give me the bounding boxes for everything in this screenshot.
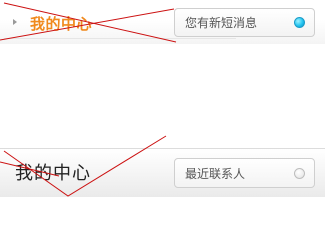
header-title: 我的中心 bbox=[30, 15, 93, 33]
play-arrow-icon bbox=[13, 19, 17, 25]
recent-contacts-button[interactable]: 最近联系人 bbox=[174, 158, 315, 188]
header-primary: 我的中心 您有新短消息 bbox=[0, 0, 325, 44]
header-secondary: 我的中心 最近联系人 bbox=[0, 148, 325, 197]
header-title-secondary: 我的中心 bbox=[15, 163, 91, 184]
status-indicator-icon bbox=[294, 168, 305, 179]
recent-contacts-label: 最近联系人 bbox=[185, 167, 246, 181]
status-indicator-icon bbox=[294, 17, 305, 28]
title-divider bbox=[4, 38, 236, 39]
new-messages-button[interactable]: 您有新短消息 bbox=[174, 8, 315, 37]
new-messages-label: 您有新短消息 bbox=[185, 16, 258, 30]
